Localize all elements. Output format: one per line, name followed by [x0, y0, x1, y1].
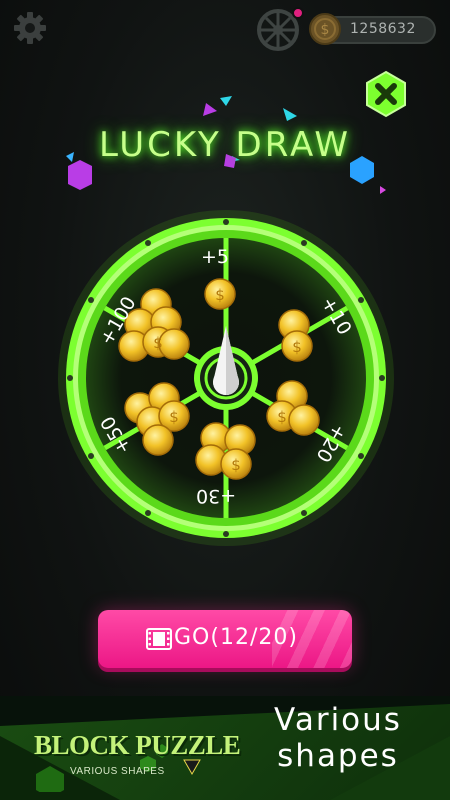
coin-pile-5: $	[204, 278, 236, 310]
svg-text:$: $	[277, 408, 287, 426]
go-button-label: GO(12/20)	[174, 625, 298, 650]
film-icon	[146, 628, 172, 650]
popup-title: LUCKY DRAW	[99, 125, 351, 165]
tagline-line-2: shapes	[277, 738, 399, 774]
gear-icon[interactable]	[12, 10, 48, 46]
segment-label-5: +5	[201, 246, 230, 268]
svg-text:$: $	[153, 334, 163, 352]
svg-text:$: $	[321, 22, 330, 38]
tagline-line-1: Various	[274, 702, 402, 738]
svg-text:$: $	[169, 408, 179, 426]
close-button[interactable]	[362, 70, 410, 118]
svg-text:$: $	[231, 456, 241, 474]
go-button[interactable]: GO(12/20)	[98, 610, 352, 668]
svg-text:$: $	[292, 338, 302, 356]
notification-dot	[292, 7, 304, 19]
segment-label-30: +30	[196, 485, 237, 507]
promo-tagline: Various shapes	[238, 702, 438, 774]
coin-balance: 1258632	[350, 21, 416, 37]
coin-icon: $	[309, 13, 341, 45]
logo-title: BLOCK PUZZLE	[34, 730, 241, 760]
top-bar: $ 1258632	[0, 0, 450, 62]
logo-subtitle: VARIOUS SHAPES	[70, 766, 165, 777]
svg-text:$: $	[215, 286, 225, 304]
coin-pile-10: $	[278, 309, 313, 362]
